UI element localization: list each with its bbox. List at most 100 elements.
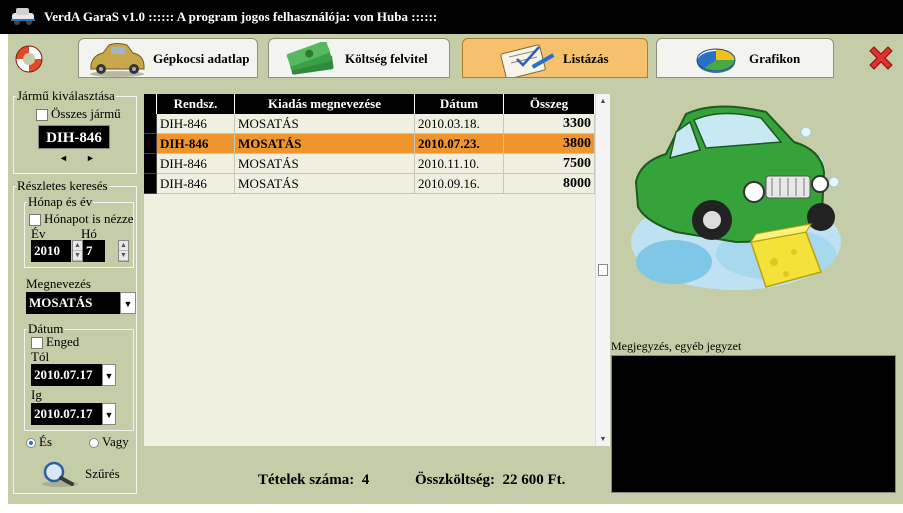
cell-date[interactable]: 2010.07.23. xyxy=(414,133,504,154)
cell-plate[interactable]: DIH-846 xyxy=(156,153,235,174)
row-header[interactable] xyxy=(144,114,157,134)
cell-date[interactable]: 2010.03.18. xyxy=(414,114,504,134)
filter-button[interactable]: Szűrés xyxy=(40,460,130,488)
or-radio[interactable]: Vagy xyxy=(89,434,129,450)
cell-name[interactable]: MOSATÁS xyxy=(234,133,415,154)
month-year-legend: Hónap és év xyxy=(28,194,93,209)
row-header[interactable] xyxy=(144,133,157,154)
detail-search-legend: Részletes keresés xyxy=(17,178,108,193)
cell-date[interactable]: 2010.09.16. xyxy=(414,173,504,194)
cell-plate[interactable]: DIH-846 xyxy=(156,133,235,154)
tab-listing[interactable]: Listázás xyxy=(462,38,648,78)
name-label: Megnevezés xyxy=(26,276,91,291)
row-header[interactable] xyxy=(144,173,157,194)
or-label: Vagy xyxy=(102,434,129,449)
total-cost: Összköltség: 22 600 Ft. xyxy=(415,472,565,489)
item-count-value: 4 xyxy=(361,472,370,488)
all-vehicles-check-box[interactable] xyxy=(36,109,48,122)
cell-plate[interactable]: DIH-846 xyxy=(156,114,235,134)
grid-scrollbar[interactable]: ▲ ▼ xyxy=(595,94,610,446)
tab-expense-entry-label: Költség felvitel xyxy=(345,51,428,66)
cell-amount[interactable]: 3300 xyxy=(503,114,595,134)
row-header[interactable] xyxy=(144,153,157,174)
title-bar: VerdA GaraS v1.0 :::::: A program jogos … xyxy=(0,0,903,34)
item-count-label: Tételek száma: xyxy=(258,472,355,488)
car-wash-illustration xyxy=(631,105,841,290)
pie-chart-icon xyxy=(696,48,736,73)
and-radio[interactable]: És xyxy=(26,434,52,450)
cell-name[interactable]: MOSATÁS xyxy=(234,173,415,194)
date-from-label: Tól xyxy=(31,349,50,364)
date-enable-label: Enged xyxy=(46,334,80,349)
table-row[interactable]: DIH-846 MOSATÁS 2010.11.10. 7500 xyxy=(144,153,595,174)
money-icon xyxy=(286,42,334,75)
tab-vehicle-data-label: Gépkocsi adatlap xyxy=(153,51,250,66)
expense-table: Rendsz. Kiadás megnevezése Dátum Összeg … xyxy=(144,94,595,194)
date-to-label: Ig xyxy=(31,387,42,402)
next-vehicle-arrow-icon[interactable]: ► xyxy=(86,153,95,163)
month-too-label: Hónapot is nézze xyxy=(44,211,134,226)
year-spinner[interactable]: ▲ ▼ xyxy=(72,240,83,262)
cell-plate[interactable]: DIH-846 xyxy=(156,173,235,194)
filter-label: Szűrés xyxy=(85,466,120,481)
cell-date[interactable]: 2010.11.10. xyxy=(414,153,504,174)
tab-chart-label: Grafikon xyxy=(749,51,801,66)
bottom-strip xyxy=(8,504,903,513)
tab-expense-entry[interactable]: Költség felvitel xyxy=(268,38,450,78)
window-title: VerdA GaraS v1.0 :::::: A program jogos … xyxy=(44,9,438,24)
row-header-corner xyxy=(144,94,157,114)
and-radio-dot[interactable] xyxy=(26,438,36,449)
prev-vehicle-arrow-icon[interactable]: ◄ xyxy=(59,153,68,163)
date-from-dropdown-icon[interactable]: ▼ xyxy=(102,364,116,386)
col-name-header[interactable]: Kiadás megnevezése xyxy=(234,94,415,114)
or-radio-dot[interactable] xyxy=(89,438,99,449)
notes-textarea[interactable] xyxy=(611,355,896,493)
scroll-up-arrow-icon[interactable]: ▲ xyxy=(596,94,610,108)
list-clipboard-icon xyxy=(500,44,555,77)
cell-amount[interactable]: 3800 xyxy=(503,133,595,154)
name-select[interactable]: MOSATÁS xyxy=(26,292,120,314)
table-row-selected[interactable]: DIH-846 MOSATÁS 2010.07.23. 3800 xyxy=(144,133,595,154)
lifebuoy-icon[interactable] xyxy=(14,44,44,74)
col-date-header[interactable]: Dátum xyxy=(414,94,504,114)
date-enable-checkbox[interactable]: Enged xyxy=(31,334,79,350)
date-to-input[interactable]: 2010.07.17 xyxy=(31,403,102,425)
expense-grid[interactable]: Rendsz. Kiadás megnevezése Dátum Összeg … xyxy=(144,94,595,446)
app-car-icon xyxy=(11,8,35,25)
cell-name[interactable]: MOSATÁS xyxy=(234,114,415,134)
notes-label: Megjegyzés, egyéb jegyzet xyxy=(611,339,742,353)
total-cost-label: Összköltség: xyxy=(415,472,495,488)
month-input[interactable]: 7 xyxy=(83,240,105,262)
scroll-thumb[interactable] xyxy=(598,264,608,276)
close-x-icon[interactable] xyxy=(866,43,896,73)
name-dropdown-chevron-icon[interactable]: ▼ xyxy=(120,292,136,314)
table-row[interactable]: DIH-846 MOSATÁS 2010.03.18. 3300 xyxy=(144,114,595,134)
vehicle-select-legend: Jármű kiválasztása xyxy=(17,88,115,103)
col-plate-header[interactable]: Rendsz. xyxy=(156,94,235,114)
item-count: Tételek száma: 4 xyxy=(258,472,369,489)
year-input[interactable]: 2010 xyxy=(31,240,71,262)
total-cost-value: 22 600 Ft. xyxy=(502,472,566,488)
date-from-input[interactable]: 2010.07.17 xyxy=(31,364,102,386)
cell-amount[interactable]: 8000 xyxy=(503,173,595,194)
cell-name[interactable]: MOSATÁS xyxy=(234,153,415,174)
month-too-checkbox[interactable]: Hónapot is nézze xyxy=(29,211,134,227)
scroll-down-arrow-icon[interactable]: ▼ xyxy=(596,432,610,446)
col-amount-header[interactable]: Összeg xyxy=(503,94,595,114)
table-row[interactable]: DIH-846 MOSATÁS 2010.09.16. 8000 xyxy=(144,173,595,194)
date-enable-check-box[interactable] xyxy=(31,337,43,350)
car-icon xyxy=(90,43,145,77)
date-to-dropdown-icon[interactable]: ▼ xyxy=(102,403,116,425)
magnifier-icon xyxy=(42,461,78,487)
all-vehicles-checkbox[interactable]: Összes jármű xyxy=(36,106,121,122)
month-spinner[interactable]: ▲ ▼ xyxy=(118,240,129,262)
plate-display[interactable]: DIH-846 xyxy=(38,125,110,149)
tab-chart[interactable]: Grafikon xyxy=(656,38,834,78)
month-too-check-box[interactable] xyxy=(29,214,41,227)
tab-listing-label: Listázás xyxy=(563,51,609,66)
and-label: És xyxy=(39,434,52,449)
tab-vehicle-data[interactable]: Gépkocsi adatlap xyxy=(78,38,258,78)
cell-amount[interactable]: 7500 xyxy=(503,153,595,174)
all-vehicles-label: Összes jármű xyxy=(51,106,121,121)
expense-rows: DIH-846 MOSATÁS 2010.03.18. 3300 DIH-846… xyxy=(144,114,595,194)
